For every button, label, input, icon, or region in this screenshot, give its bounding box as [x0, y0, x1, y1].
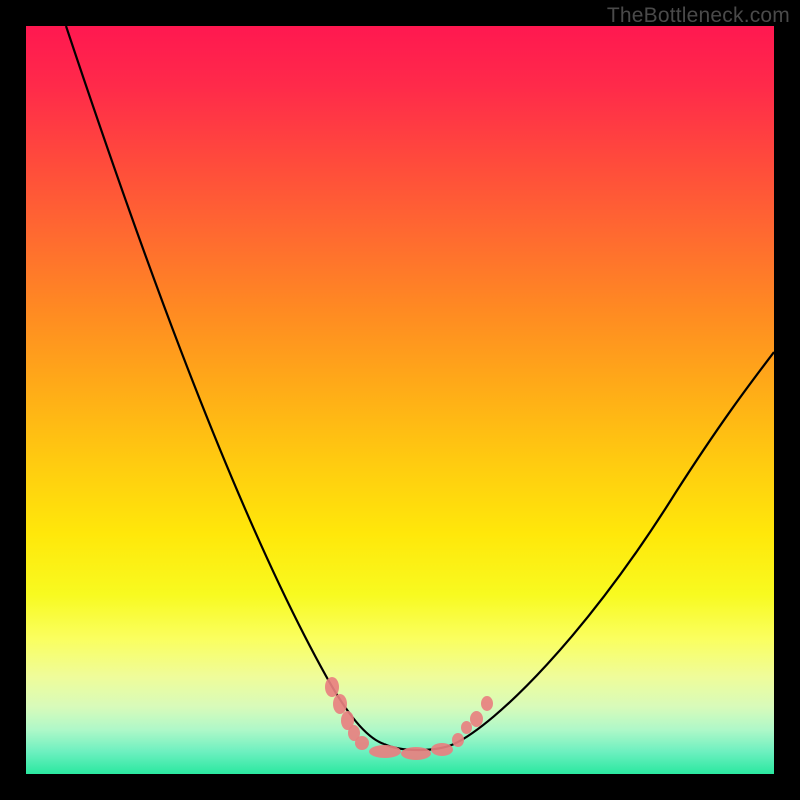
chart-frame: TheBottleneck.com: [0, 0, 800, 800]
valley-path: [384, 744, 454, 750]
watermark-text: TheBottleneck.com: [607, 4, 790, 28]
right-curve-path: [454, 352, 774, 744]
curve-layer: [26, 26, 774, 774]
plot-area: [26, 26, 774, 774]
left-curve-path: [66, 26, 384, 744]
